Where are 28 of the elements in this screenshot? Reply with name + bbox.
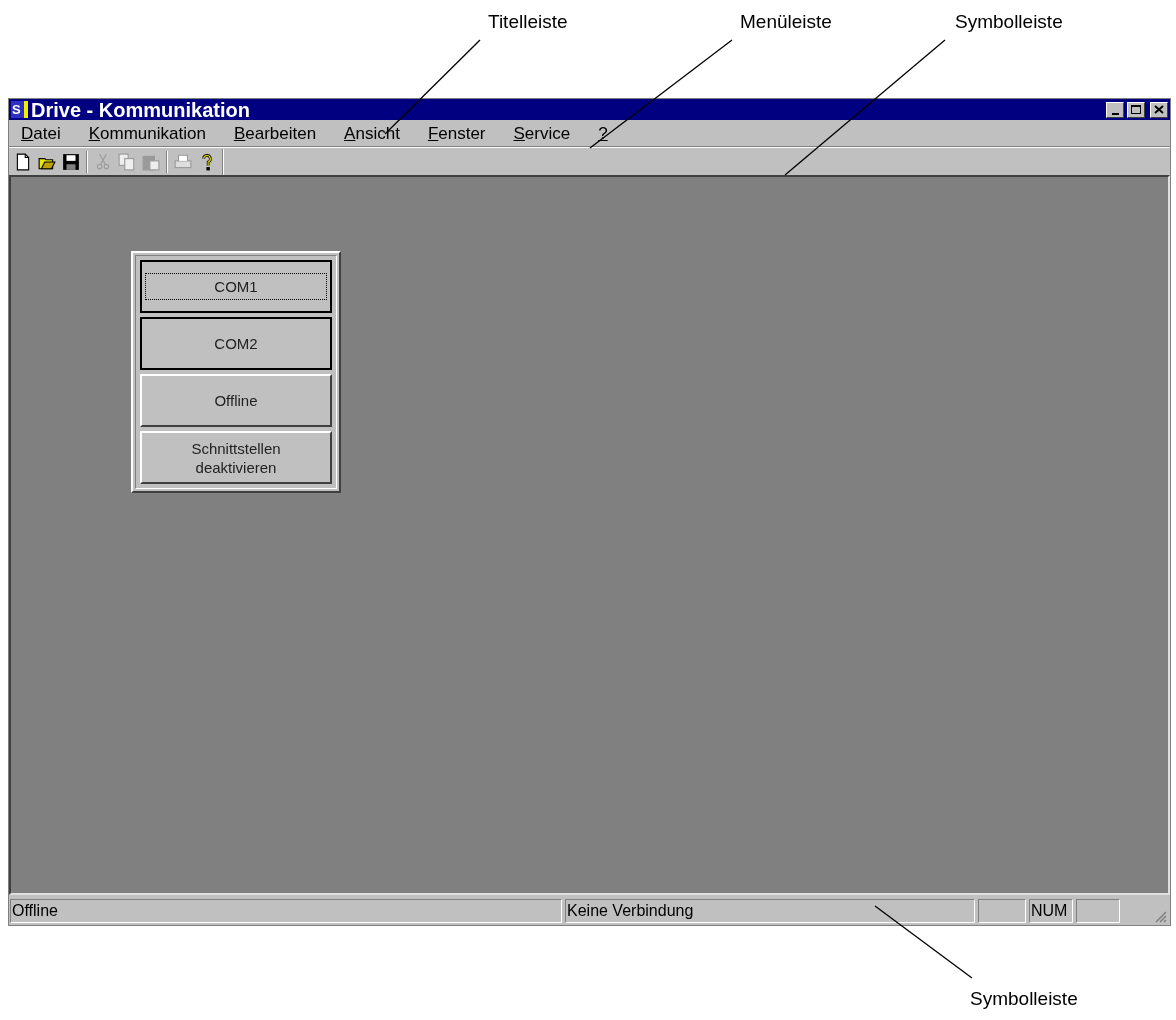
status-field: Offline — [10, 898, 562, 923]
menu-item[interactable]: ? — [584, 124, 622, 142]
maximize-button[interactable] — [1127, 101, 1145, 118]
status-field: NUM — [1029, 898, 1073, 923]
callout-label: Menüleiste — [740, 10, 832, 34]
callout-label: Titelleiste — [488, 10, 568, 34]
callout-label: Symbolleiste — [970, 987, 1078, 1011]
close-icon — [1154, 105, 1164, 114]
status-field — [1076, 898, 1120, 923]
status-field — [978, 898, 1026, 923]
status-field: Keine Verbindung — [565, 898, 975, 923]
menu-item[interactable]: Fenster — [413, 124, 500, 142]
callout-label: Symbolleiste — [955, 10, 1063, 34]
panel-button[interactable]: Offline — [140, 374, 332, 427]
panel-button[interactable]: COM1 — [140, 260, 332, 313]
window-title: Drive - Kommunikation — [31, 99, 250, 120]
menu-item[interactable]: Kommunikation — [74, 124, 220, 142]
resize-grip-icon[interactable] — [1153, 909, 1167, 923]
panel-button[interactable]: COM2 — [140, 317, 332, 370]
app-icon: S — [11, 101, 28, 118]
menu-item[interactable]: Datei — [13, 124, 75, 142]
minimize-button[interactable] — [1106, 101, 1124, 118]
menu-item[interactable]: Bearbeiten — [219, 124, 331, 142]
new-file-icon[interactable] — [14, 152, 32, 171]
menu-item[interactable]: Ansicht — [330, 124, 414, 142]
close-button[interactable] — [1150, 101, 1168, 118]
menu-item[interactable]: Service — [499, 124, 585, 142]
panel-button[interactable]: Schnittstellen deaktivieren — [140, 431, 332, 484]
